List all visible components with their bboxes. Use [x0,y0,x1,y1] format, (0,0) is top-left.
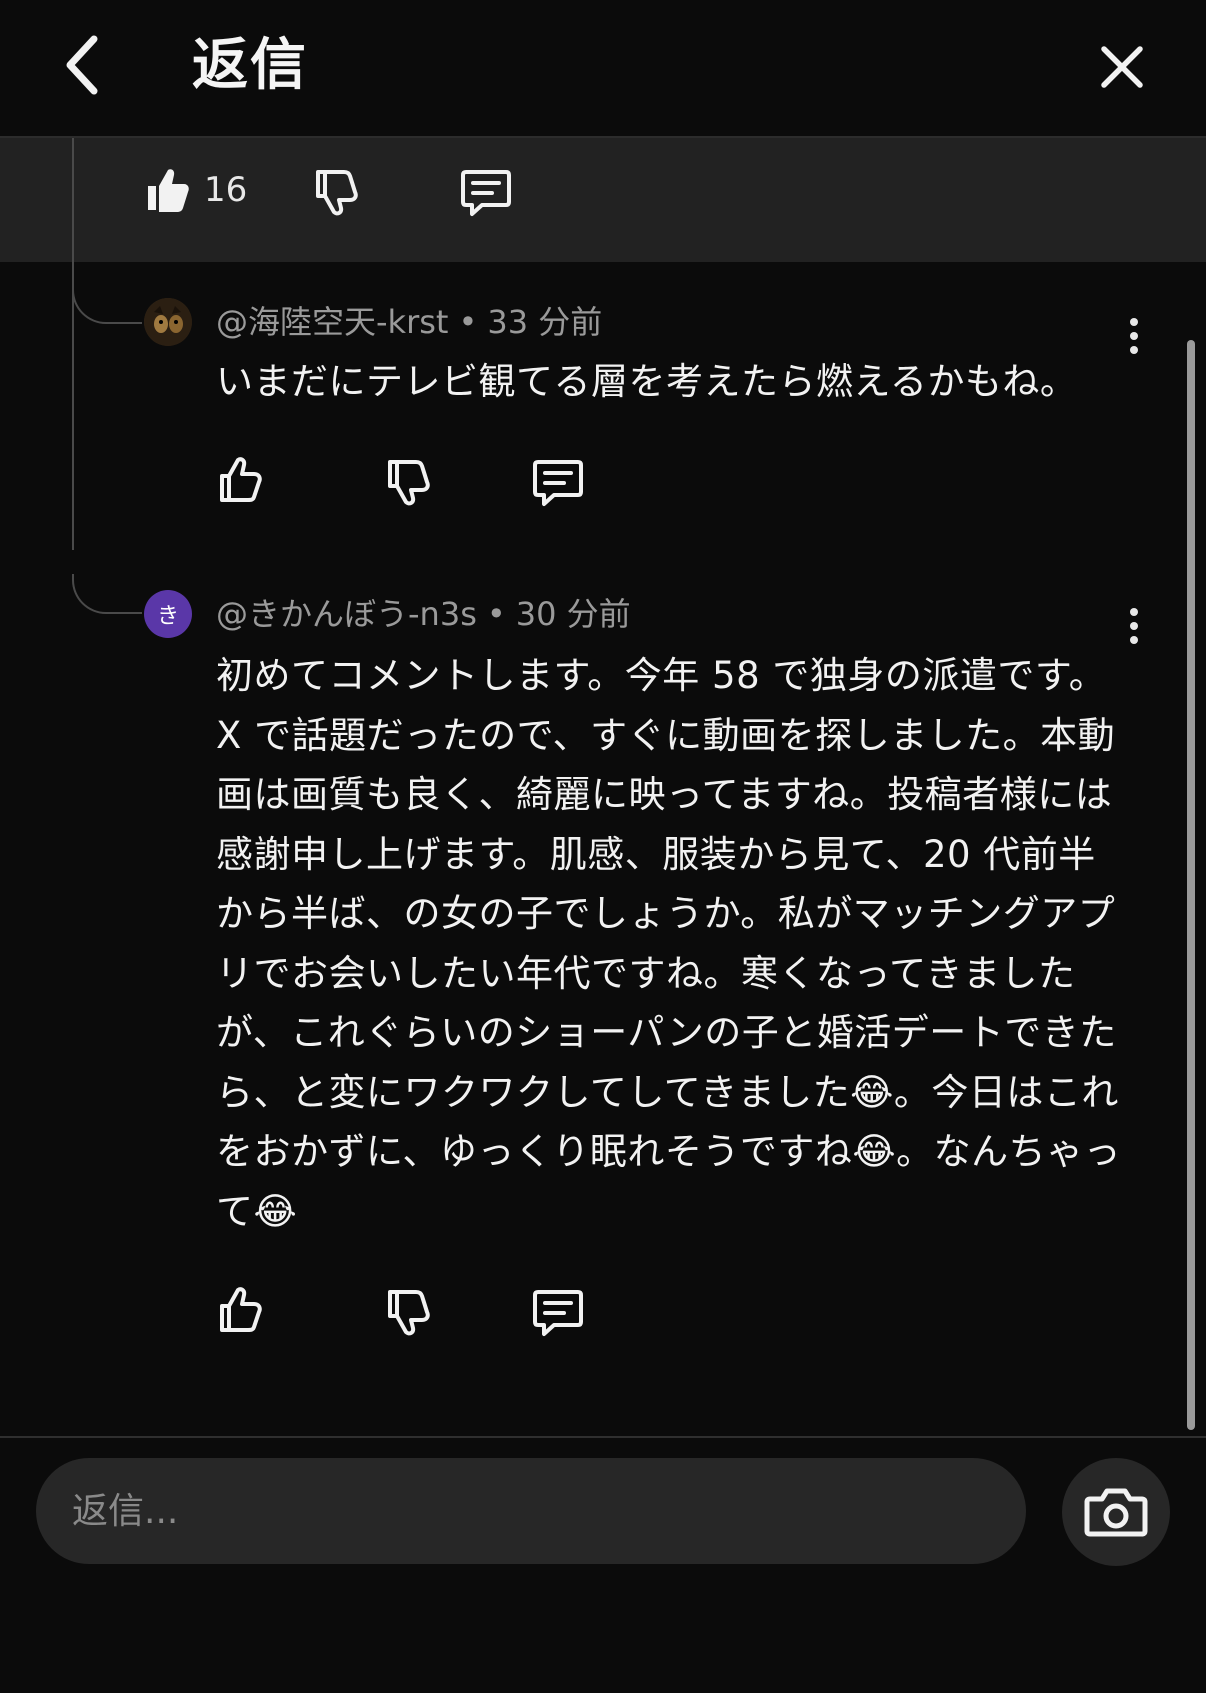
parent-dislike-button[interactable] [312,168,358,216]
page-title: 返信 [192,33,308,98]
like-count: 16 [204,170,248,210]
comment-author[interactable]: @海陸空天-krst [216,303,448,341]
chevron-left-icon [66,35,98,95]
comment-time: 30 分前 [515,595,631,633]
thumbs-down-icon [388,460,430,506]
divider [0,1436,1206,1438]
comment-meta: @海陸空天-krst • 33 分前 [216,300,602,344]
more-vert-icon-dot [1130,622,1138,630]
thread-connector [72,284,142,324]
thread-connector [72,574,142,614]
like-button[interactable] [216,456,262,504]
thumbs-up-filled-icon [148,169,189,212]
close-button[interactable] [1090,35,1154,99]
comment-meta: @きかんぼう-n3s • 30 分前 [216,592,631,636]
comment-icon [533,460,583,506]
more-vert-icon-dot [1130,332,1138,340]
more-vert-icon [1130,318,1138,326]
thumbs-down-icon [316,170,358,216]
dog-avatar-icon [144,298,192,346]
reply-button[interactable] [532,1288,584,1338]
camera-button[interactable] [1062,1458,1170,1566]
reply-input[interactable] [36,1458,1026,1564]
thumbs-down-icon [388,1290,430,1336]
more-vert-icon-dot [1130,636,1138,644]
more-vert-icon [1130,608,1138,616]
parent-like-button[interactable]: 16 [144,166,247,214]
comment-time: 33 分前 [487,303,603,341]
dislike-button[interactable] [384,1288,430,1336]
comment-icon [533,1290,583,1336]
parent-reply-button[interactable] [460,168,512,218]
back-button[interactable] [52,30,112,100]
avatar-letter: き [156,604,179,629]
scrollbar[interactable] [1187,340,1195,1430]
thread-line [72,300,74,550]
camera-icon [1084,1488,1148,1537]
comment-text: いまだにテレビ観てる層を考えたら燃えるかもね。 [216,360,1078,403]
avatar[interactable] [144,298,192,346]
close-icon [1101,46,1143,88]
dislike-button[interactable] [384,458,430,506]
header-bar: 返信 [0,0,1206,138]
comment-icon [461,170,511,216]
comment-author[interactable]: @きかんぼう-n3s [216,595,477,633]
meta-separator: • [486,595,506,633]
reply-button[interactable] [532,458,584,508]
thumbs-up-icon [220,457,262,502]
like-button[interactable] [216,1286,262,1334]
thumbs-up-icon [220,1287,262,1332]
meta-separator: • [458,303,478,341]
avatar[interactable]: き [144,590,192,638]
comment-text: 初めてコメントします。今年 58 で独身の派遣です。X で話題だったので、すぐに… [216,654,1122,1233]
